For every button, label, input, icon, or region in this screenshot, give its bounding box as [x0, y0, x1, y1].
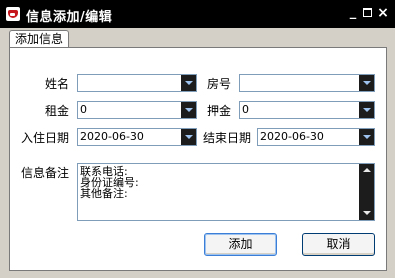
checkin-date-picker[interactable]: 2020-06-30: [77, 128, 197, 146]
checkin-dropdown-button[interactable]: [181, 129, 196, 145]
notes-line-other: 其他备注:: [80, 187, 128, 200]
deposit-combo[interactable]: 0: [239, 101, 375, 119]
minimize-button[interactable]: _: [346, 6, 360, 20]
checkout-label: 结束日期: [203, 131, 252, 145]
add-button[interactable]: 添加: [204, 233, 277, 256]
checkin-label: 入住日期: [21, 131, 70, 145]
rent-dropdown-button[interactable]: [181, 102, 196, 118]
window-title: 信息添加/编辑: [26, 10, 113, 25]
notes-textarea[interactable]: 联系电话: 身份证编号: 其他备注:: [77, 163, 375, 221]
dialog-body: 添加信息 姓名 房号 租金 0 押金 0 入住日期 2020-06-30 结束日…: [0, 28, 395, 278]
tab-panel: 姓名 房号 租金 0 押金 0 入住日期 2020-06-30 结束日期 202: [9, 47, 387, 271]
deposit-label: 押金: [207, 104, 232, 118]
checkout-dropdown-button[interactable]: [359, 129, 374, 145]
checkout-value: 2020-06-30: [260, 130, 324, 143]
maximize-button[interactable]: [361, 6, 375, 20]
notes-label: 信息备注: [21, 166, 70, 180]
notes-scrollbar[interactable]: [359, 164, 374, 220]
rent-combo[interactable]: 0: [77, 101, 197, 119]
rent-value: 0: [80, 103, 87, 116]
tab-add-info[interactable]: 添加信息: [9, 30, 69, 48]
name-combo[interactable]: [77, 74, 197, 92]
checkout-date-picker[interactable]: 2020-06-30: [257, 128, 375, 146]
cancel-button[interactable]: 取消: [302, 233, 375, 256]
name-dropdown-button[interactable]: [181, 75, 196, 91]
title-bar[interactable]: 信息添加/编辑 _ ×: [0, 0, 395, 28]
room-label: 房号: [207, 77, 232, 91]
close-button[interactable]: ×: [376, 6, 390, 20]
app-icon: [6, 7, 20, 21]
name-label: 姓名: [45, 77, 70, 91]
deposit-dropdown-button[interactable]: [359, 102, 374, 118]
deposit-value: 0: [242, 103, 249, 116]
room-dropdown-button[interactable]: [359, 75, 374, 91]
checkin-value: 2020-06-30: [80, 130, 144, 143]
maximize-icon: [363, 8, 372, 17]
rent-label: 租金: [45, 104, 70, 118]
room-combo[interactable]: [239, 74, 375, 92]
